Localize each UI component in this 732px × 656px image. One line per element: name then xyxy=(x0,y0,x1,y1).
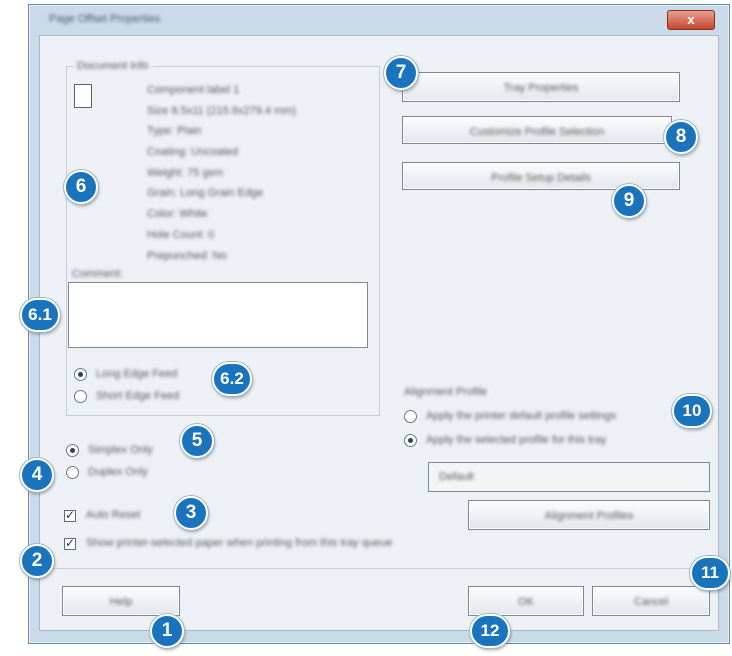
tray-profile-label: Apply the selected profile for this tray xyxy=(426,434,607,446)
callout-6-1: 6.1 xyxy=(20,298,60,332)
document-icon xyxy=(74,84,92,108)
callout-9: 9 xyxy=(612,184,646,218)
close-icon: x xyxy=(687,12,695,27)
callout-4: 4 xyxy=(20,458,54,492)
long-edge-label: Long Edge Feed xyxy=(96,368,178,380)
property-line: Color: White xyxy=(147,208,208,220)
property-line: Coating: Uncoated xyxy=(147,146,239,158)
duplex-label: Duplex Only xyxy=(88,466,148,478)
property-line: Size 8.5x11 (215.9x279.4 mm) xyxy=(147,105,296,117)
auto-reset-label: Auto Reset xyxy=(86,509,141,521)
callout-11: 11 xyxy=(690,556,730,590)
property-line: Type: Plain xyxy=(147,125,202,137)
property-line: Weight: 75 gsm xyxy=(147,167,224,179)
callout-3: 3 xyxy=(174,496,208,530)
ok-button[interactable]: OK xyxy=(468,586,584,616)
title-bar[interactable]: Page Offset Properties x xyxy=(29,5,729,35)
window-title: Page Offset Properties xyxy=(49,13,161,25)
comment-field[interactable] xyxy=(68,282,368,348)
callout-6-2: 6.2 xyxy=(212,362,252,396)
callout-5: 5 xyxy=(180,424,214,458)
comment-label: Comment: xyxy=(72,268,123,280)
duplex-radio[interactable] xyxy=(66,466,79,479)
alignment-profiles-button[interactable]: Alignment Profiles xyxy=(468,500,710,530)
short-edge-label: Short Edge Feed xyxy=(96,390,180,402)
tray-profile-radio[interactable] xyxy=(404,434,417,447)
property-line: Component label 1 xyxy=(147,84,240,96)
profile-select[interactable]: Default xyxy=(428,462,710,492)
tray-properties-button[interactable]: Tray Properties xyxy=(402,72,680,102)
property-line: Prepunched: No xyxy=(147,250,227,262)
callout-6: 6 xyxy=(64,170,98,204)
printer-default-label: Apply the printer default profile settin… xyxy=(426,410,617,422)
show-paper-label: Show printer-selected paper when printin… xyxy=(86,537,393,549)
close-button[interactable]: x xyxy=(667,10,715,30)
long-edge-radio[interactable] xyxy=(74,368,87,381)
help-button[interactable]: Help xyxy=(62,586,180,616)
simplex-radio[interactable] xyxy=(66,444,79,457)
callout-12: 12 xyxy=(470,614,510,648)
short-edge-radio[interactable] xyxy=(74,390,87,403)
property-line: Grain: Long Grain Edge xyxy=(147,187,264,199)
properties-group-label: Document Info xyxy=(74,60,152,72)
show-paper-checkbox[interactable]: ✓ xyxy=(64,536,76,550)
callout-1: 1 xyxy=(150,614,184,648)
customize-profile-button[interactable]: Customize Profile Selection xyxy=(402,116,672,144)
callout-7: 7 xyxy=(384,56,418,90)
alignment-group-label: Alignment Profile xyxy=(404,386,488,398)
printer-default-radio[interactable] xyxy=(404,410,417,423)
cancel-button[interactable]: Cancel xyxy=(592,586,710,616)
property-line: Hole Count: 0 xyxy=(147,229,215,241)
callout-10: 10 xyxy=(672,394,712,428)
auto-reset-checkbox[interactable]: ✓ xyxy=(64,508,76,522)
callout-8: 8 xyxy=(664,120,698,154)
simplex-label: Simplex Only xyxy=(88,444,153,456)
callout-2: 2 xyxy=(20,544,54,578)
separator-line xyxy=(48,568,710,569)
profile-select-value: Default xyxy=(439,471,474,483)
